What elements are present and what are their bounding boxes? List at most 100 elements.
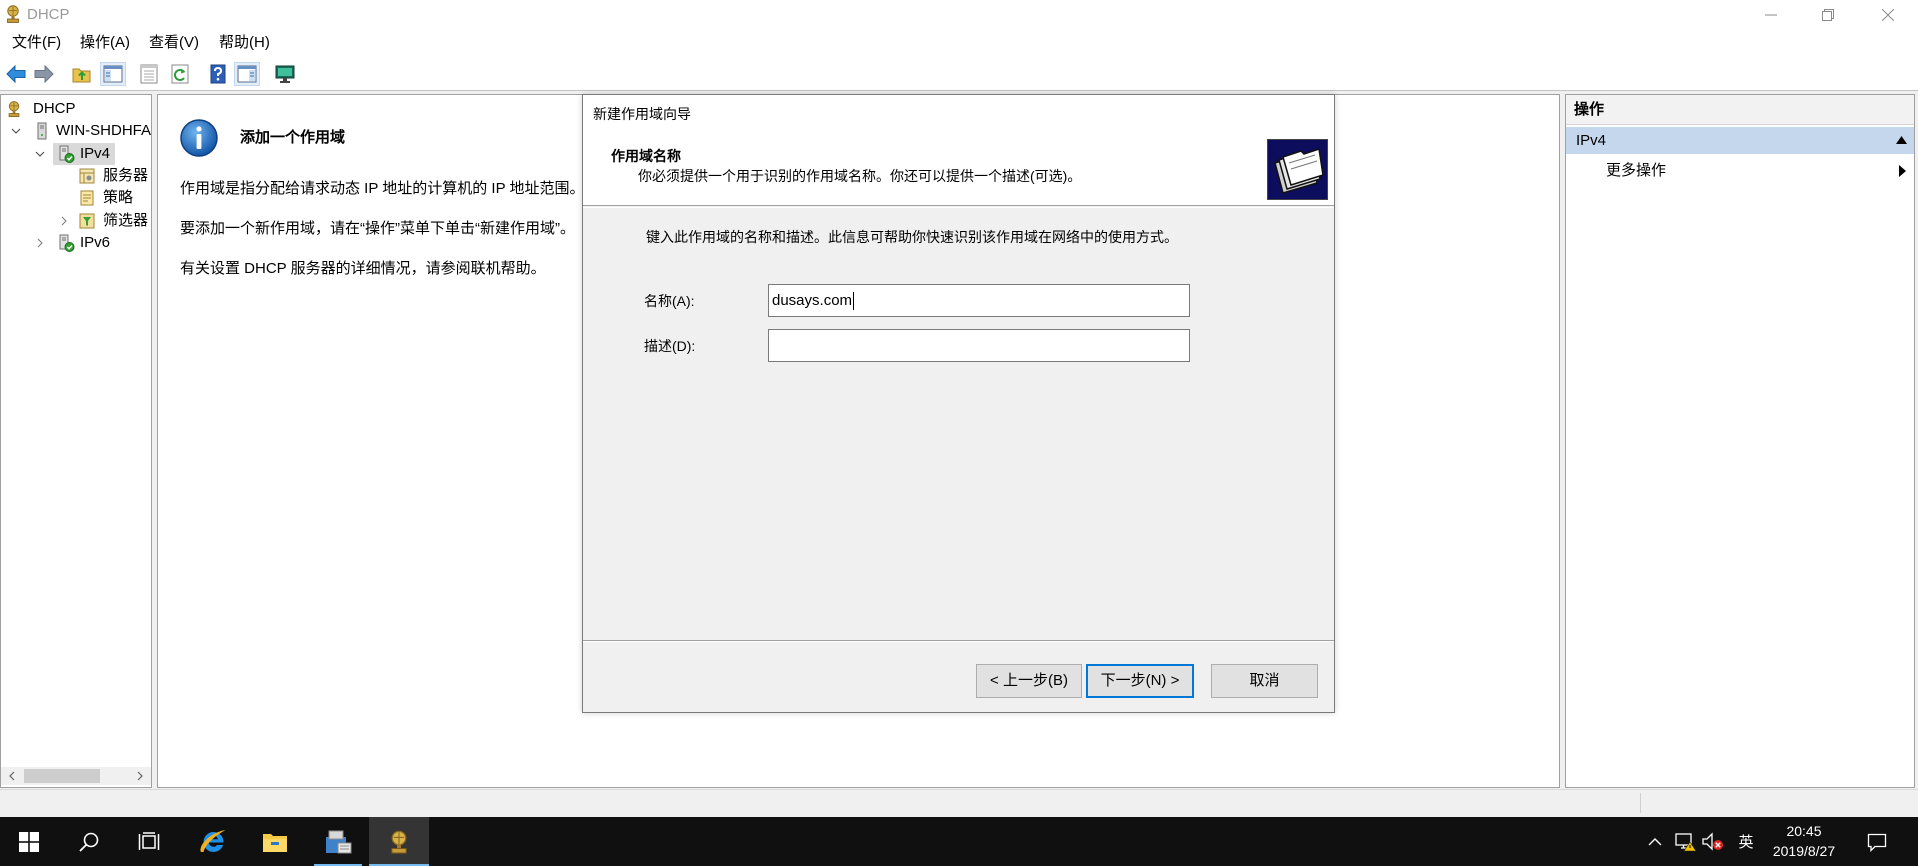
filters-icon [78,212,96,230]
show-hide-action-pane-icon [236,63,258,85]
refresh-icon [169,63,191,85]
dhcp-taskbar-button[interactable] [369,817,429,866]
display-statistics-button[interactable] [272,62,298,86]
cancel-button[interactable]: 取消 [1211,664,1318,698]
tree-item-label: IPv6 [80,234,111,251]
show-hidden-icons-button[interactable] [1645,817,1665,866]
restore-button[interactable] [1799,0,1856,29]
task-view-button[interactable] [120,817,178,866]
actions-section-ipv4[interactable]: IPv4 [1566,127,1914,154]
text-caret [853,292,855,311]
tree-item-policies[interactable]: 策略 [1,187,151,209]
minimize-button[interactable] [1742,0,1799,29]
tree-item-label: IPv4 [80,145,111,162]
header-separator [583,207,1334,208]
dhcp-app-icon [386,829,412,855]
server-manager-button[interactable] [308,817,368,866]
scope-name-input[interactable]: dusays.com [768,284,1190,317]
menu-view[interactable]: 查看(V) [147,29,201,57]
submenu-triangle-icon [1899,165,1906,177]
dhcp-root-icon [5,100,23,118]
network-button[interactable] [1674,817,1698,866]
windows-start-icon [19,831,39,852]
scroll-right-icon[interactable] [132,767,148,785]
expanded-chevron-icon[interactable] [34,143,46,165]
file-explorer-icon [262,831,288,853]
dhcp-app-icon [3,4,23,24]
title-bar[interactable]: DHCP [0,0,1918,29]
more-actions-item[interactable]: 更多操作 [1566,159,1914,183]
collapse-triangle-icon[interactable] [1896,136,1907,144]
internet-explorer-button[interactable] [183,817,243,866]
search-button[interactable] [60,817,118,866]
export-list-button[interactable] [136,62,162,86]
scope-description-input[interactable] [768,329,1190,362]
task-view-icon [138,831,160,852]
clock-time: 20:45 [1786,823,1822,839]
expanded-chevron-icon[interactable] [10,120,22,142]
start-button[interactable] [0,817,58,866]
clock-date: 2019/8/27 [1772,843,1836,859]
display-statistics-icon [274,63,296,85]
tree-item-server[interactable]: WIN-SHDHFA [1,120,151,142]
clock[interactable]: 20:45 2019/8/27 [1764,817,1844,866]
taskbar: 英 20:45 2019/8/27 [0,817,1918,866]
toolbar [0,57,1918,91]
up-one-level-icon [71,63,93,85]
show-hide-console-tree-icon [102,63,124,85]
console-tree[interactable]: DHCP WIN-SHDHFA IPv4 服务器 策略 筛选器 IPv6 [0,94,152,788]
forward-button[interactable] [31,62,57,86]
menu-file[interactable]: 文件(F) [10,29,63,57]
status-bar [0,789,1918,817]
tree-item-ipv6[interactable]: IPv6 [1,232,151,254]
action-center-button[interactable] [1862,817,1892,866]
wizard-page-subtitle: 你必须提供一个用于识别的作用域名称。你还可以提供一个描述(可选)。 [638,168,1082,184]
search-icon [78,831,100,853]
tree-item-label: WIN-SHDHFA [56,122,151,139]
name-label: 名称(A): [644,293,695,309]
back-button[interactable] [3,62,29,86]
menu-help[interactable]: 帮助(H) [217,29,272,57]
collapsed-chevron-icon[interactable] [34,232,46,254]
tree-item-label: 服务器 [103,167,149,184]
refresh-button[interactable] [167,62,193,86]
show-hidden-icons-chevron-icon [1648,837,1662,846]
content-paragraph: 有关设置 DHCP 服务器的详细情况，请参阅联机帮助。 [180,260,546,277]
menu-bar: 文件(F) 操作(A) 查看(V) 帮助(H) [0,29,1918,57]
next-button[interactable]: 下一步(N) > [1086,664,1194,698]
server-manager-icon [324,829,352,855]
close-button[interactable] [1857,0,1918,29]
horizontal-scrollbar[interactable] [1,767,151,785]
scrollbar-thumb[interactable] [24,769,100,783]
close-icon [1881,8,1894,21]
show-hide-console-tree-button[interactable] [100,62,126,86]
wizard-intro-text: 键入此作用域的名称和描述。此信息可帮助你快速识别该作用域在网络中的使用方式。 [646,229,1178,245]
actions-title: 操作 [1574,101,1605,118]
tree-item-label: DHCP [33,100,76,117]
show-hide-action-pane-button[interactable] [234,62,260,86]
collapsed-chevron-icon[interactable] [58,210,70,232]
window-title: DHCP [27,6,70,23]
scope-name-value: dusays.com [772,292,853,309]
new-scope-wizard-dialog[interactable]: 新建作用域向导 作用域名称 你必须提供一个用于识别的作用域名称。你还可以提供一个… [582,94,1335,713]
up-one-level-button[interactable] [69,62,95,86]
tree-item-server-options[interactable]: 服务器 [1,165,151,187]
tree-item-ipv4[interactable]: IPv4 [1,143,151,165]
back-button[interactable]: < 上一步(B) [976,664,1082,698]
help-button[interactable] [205,62,231,86]
volume-muted-icon [1702,831,1724,852]
scroll-left-icon[interactable] [4,767,20,785]
tree-item-dhcp[interactable]: DHCP [1,98,151,120]
menu-action[interactable]: 操作(A) [78,29,132,57]
file-explorer-button[interactable] [245,817,305,866]
tree-item-filters[interactable]: 筛选器 [1,210,151,232]
forward-arrow-icon [33,63,55,85]
policies-icon [78,189,96,207]
restore-icon [1821,8,1834,21]
volume-button[interactable] [1701,817,1725,866]
input-method-indicator[interactable]: 英 [1734,817,1758,866]
content-paragraph: 作用域是指分配给请求动态 IP 地址的计算机的 IP 地址范围。 [180,180,585,197]
minimize-icon [1764,9,1777,21]
tree-item-label: 策略 [103,189,134,206]
wizard-page-title: 作用域名称 [611,148,681,164]
